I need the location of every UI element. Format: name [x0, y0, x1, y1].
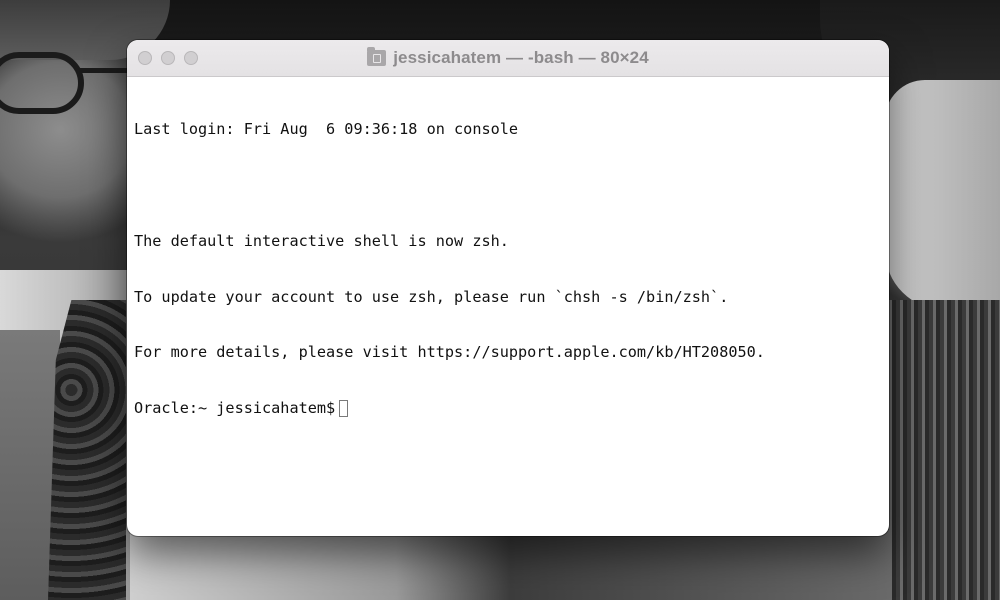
wallpaper-photo-tie	[48, 300, 126, 600]
minimize-button[interactable]	[161, 51, 175, 65]
terminal-output[interactable]: Last login: Fri Aug 6 09:36:18 on consol…	[127, 77, 889, 536]
wallpaper-photo-glasses	[0, 52, 84, 114]
terminal-line: The default interactive shell is now zsh…	[134, 231, 509, 250]
window-title-group: jessicahatem — -bash — 80×24	[367, 47, 649, 68]
terminal-line: For more details, please visit https://s…	[134, 343, 765, 362]
terminal-window[interactable]: jessicahatem — -bash — 80×24 Last login:…	[127, 40, 889, 536]
terminal-line: Last login: Fri Aug 6 09:36:18 on consol…	[134, 120, 519, 139]
home-folder-icon	[367, 47, 387, 66]
prompt-line[interactable]: Oracle:~ jessicahatem$	[134, 399, 882, 418]
window-titlebar[interactable]: jessicahatem — -bash — 80×24	[127, 40, 889, 77]
wallpaper-photo-glasses-arm	[80, 68, 128, 73]
zoom-button[interactable]	[184, 51, 198, 65]
close-button[interactable]	[138, 51, 152, 65]
wallpaper-photo-overalls	[885, 300, 1000, 600]
shell-prompt: Oracle:~ jessicahatem$	[134, 399, 336, 418]
window-controls	[138, 51, 198, 65]
window-title: jessicahatem — -bash — 80×24	[393, 48, 649, 67]
terminal-line: To update your account to use zsh, pleas…	[134, 287, 729, 306]
wallpaper-photo-bottom	[130, 530, 890, 600]
text-cursor	[339, 399, 349, 417]
wallpaper-photo-right-face	[885, 80, 1000, 310]
